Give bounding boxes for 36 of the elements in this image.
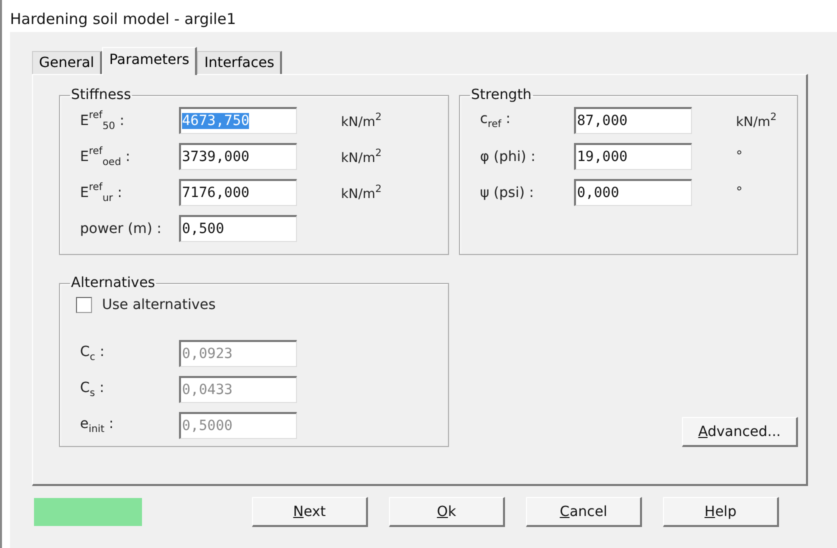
unit-label: kN/m$^{2}$ [341, 112, 383, 130]
checkbox-label: Use alternatives [102, 297, 216, 313]
input-field[interactable]: 0,000 [574, 179, 692, 206]
field-label: power (m) : [80, 220, 162, 236]
field-label: e$_{init}$ : [80, 416, 115, 435]
unit-label: kN/m$^{2}$ [341, 148, 383, 166]
input-field[interactable]: 0,500 [179, 215, 297, 242]
unit-label: kN/m$^{2}$ [736, 112, 778, 130]
unit-label: ° [736, 149, 744, 164]
tab[interactable]: Interfaces [197, 51, 282, 74]
field-label: c$_{ref}$ : [480, 111, 512, 130]
group-title: Stiffness [70, 87, 132, 103]
tab[interactable]: Parameters [102, 47, 198, 75]
field-label: C$_{s}$ : [80, 380, 106, 399]
group-title: Strength [470, 87, 533, 103]
group-title: Alternatives [70, 275, 156, 291]
dialog-button[interactable]: Help [663, 497, 779, 527]
unit-label: ° [736, 185, 744, 200]
input-field[interactable]: 7176,000 [179, 179, 297, 206]
checkbox[interactable] [76, 297, 92, 313]
field-label: C$_{c}$ : [80, 344, 106, 363]
dialog-button[interactable]: Cancel [526, 497, 642, 527]
field-label: ψ (psi) : [480, 184, 535, 200]
input-field[interactable]: 19,000 [574, 143, 692, 170]
field-label: E$^{ref}$$_{oed}$ : [80, 146, 132, 168]
unit-label: kN/m$^{2}$ [341, 184, 383, 202]
advanced-button[interactable]: Advanced... [682, 417, 798, 447]
window-title: Hardening soil model - argile1 [10, 9, 238, 30]
field-label: E$^{ref}$$_{ur}$ : [80, 182, 124, 204]
input-field[interactable]: 3739,000 [179, 143, 297, 170]
input-field[interactable]: 87,000 [574, 107, 692, 134]
dialog-button[interactable]: Ok [389, 497, 505, 527]
field-label: E$^{ref}$$_{50}$ : [80, 110, 126, 132]
tab[interactable]: General [32, 51, 102, 74]
field-label: φ (phi) : [480, 148, 536, 164]
dialog-button[interactable]: Next [252, 497, 368, 527]
